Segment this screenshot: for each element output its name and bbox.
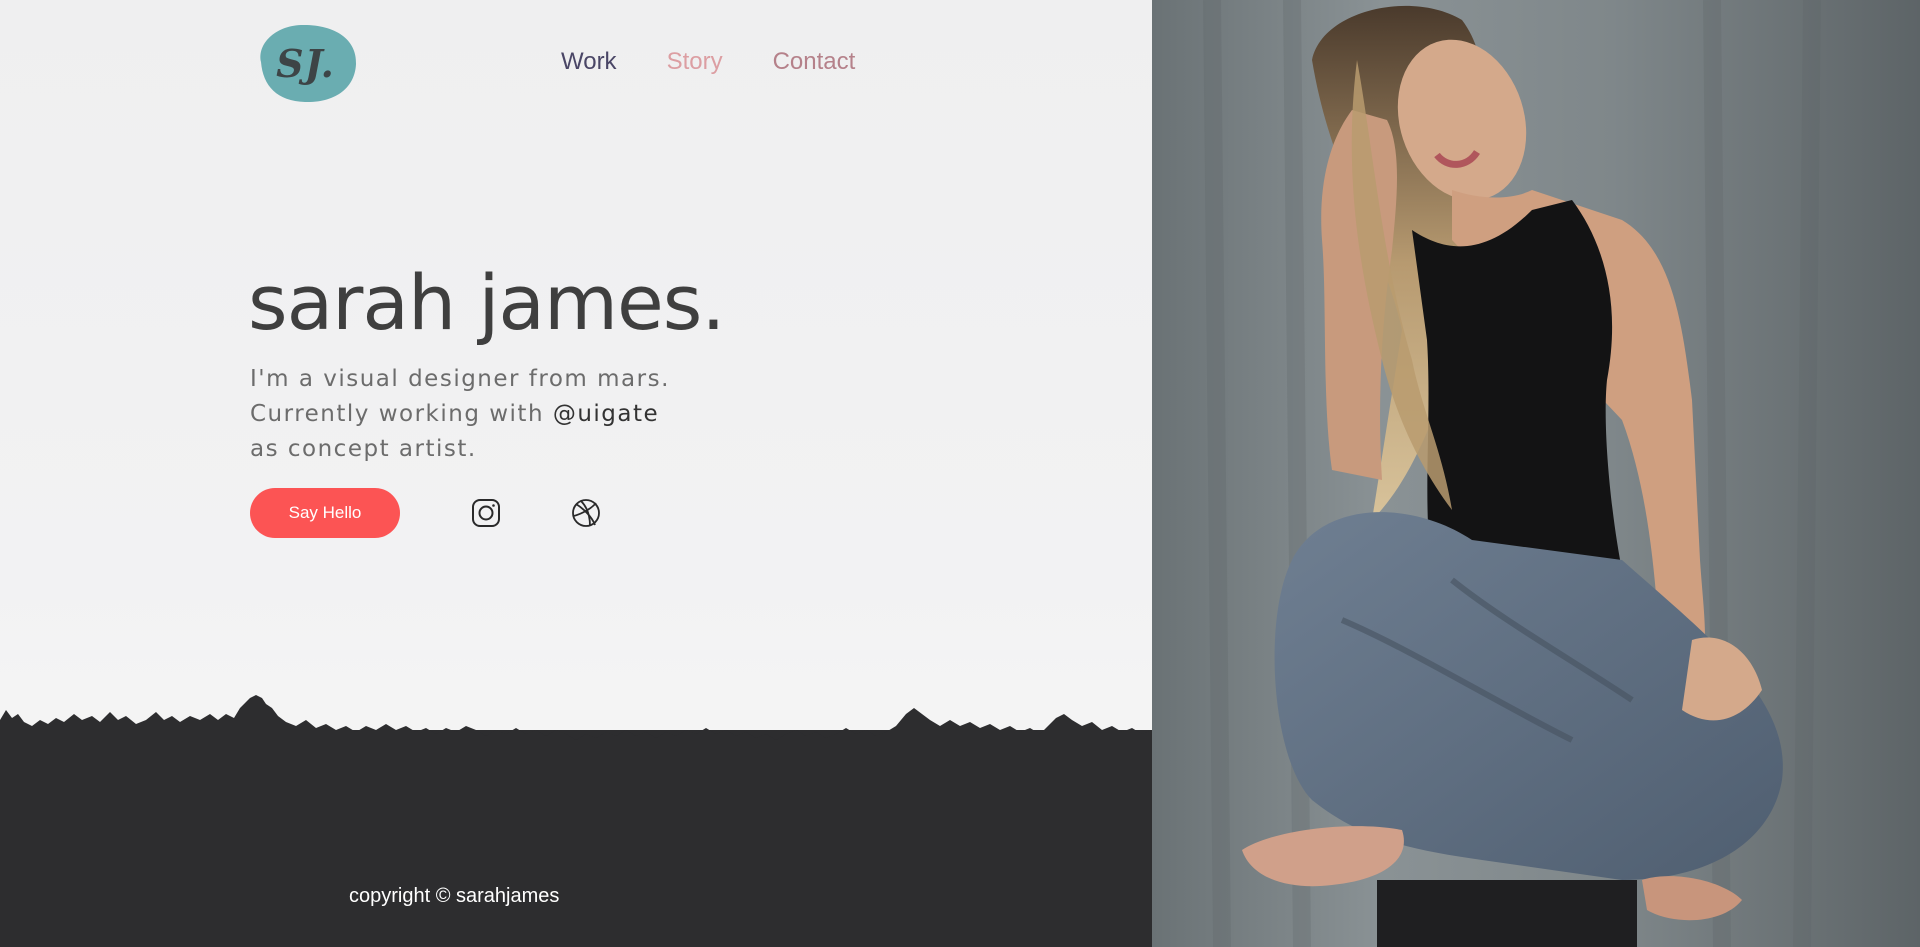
nav-story-link[interactable]: Story <box>667 48 723 76</box>
hero-line-1: I'm a visual designer from mars. <box>250 366 670 392</box>
nav-contact-link[interactable]: Contact <box>773 48 856 76</box>
portrait-photo <box>1152 0 1920 947</box>
forest-silhouette <box>0 690 1152 947</box>
left-panel: SJ. Work Story Contact sarah james. I'm … <box>0 0 1152 947</box>
nav-work-link[interactable]: Work <box>561 48 617 76</box>
hero-line-2: Currently working with @uigate <box>250 397 670 432</box>
company-handle[interactable]: @uigate <box>553 401 659 427</box>
logo-text: SJ. <box>276 40 335 86</box>
instagram-icon[interactable] <box>470 497 502 529</box>
hero-description: I'm a visual designer from mars. Current… <box>250 362 670 467</box>
dribbble-icon[interactable] <box>570 497 602 529</box>
logo[interactable]: SJ. <box>253 22 358 104</box>
hero-line-2-prefix: Currently working with <box>250 401 553 427</box>
say-hello-button[interactable]: Say Hello <box>250 488 400 538</box>
hero-line-3: as concept artist. <box>250 436 477 462</box>
main-nav: Work Story Contact <box>561 48 855 76</box>
hero-title: sarah james. <box>248 258 726 347</box>
copyright-text: copyright © sarahjames <box>349 885 560 907</box>
